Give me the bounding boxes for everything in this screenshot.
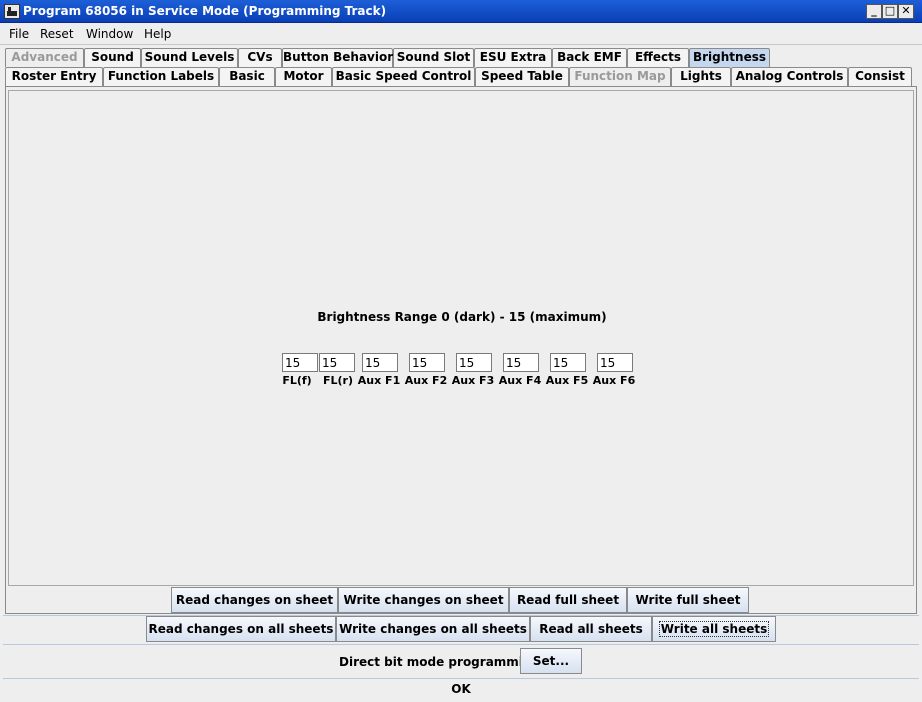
tab-consist[interactable]: Consist <box>848 67 912 86</box>
fl-f-field[interactable] <box>282 353 318 372</box>
write-changes-sheet-button[interactable]: Write changes on sheet <box>338 587 509 613</box>
tab-sound-slot[interactable]: Sound Slot <box>393 48 474 67</box>
tab-button-behavior[interactable]: Button Behavior <box>282 48 393 67</box>
minimize-icon[interactable]: _ <box>866 4 882 19</box>
aux-f1-field[interactable] <box>362 353 398 372</box>
separator <box>3 678 919 679</box>
aux-f3-field[interactable] <box>456 353 492 372</box>
tab-sound[interactable]: Sound <box>84 48 141 67</box>
menu-reset[interactable]: Reset <box>40 27 74 41</box>
tab-content-panel: Brightness Range 0 (dark) - 15 (maximum)… <box>5 86 917 614</box>
write-all-sheets-label: Write all sheets <box>658 621 770 637</box>
fl-r-field[interactable] <box>319 353 355 372</box>
read-changes-all-sheets-button[interactable]: Read changes on all sheets <box>146 616 336 642</box>
tab-brightness[interactable]: Brightness <box>689 48 770 67</box>
write-changes-all-sheets-button[interactable]: Write changes on all sheets <box>336 616 530 642</box>
tab-basic-speed-control[interactable]: Basic Speed Control <box>332 67 475 86</box>
write-full-sheet-button[interactable]: Write full sheet <box>627 587 749 613</box>
read-full-sheet-button[interactable]: Read full sheet <box>509 587 627 613</box>
maximize-icon[interactable]: □ <box>882 4 898 19</box>
aux-f5-field[interactable] <box>550 353 586 372</box>
tab-back-emf[interactable]: Back EMF <box>552 48 627 67</box>
tab-analog-controls[interactable]: Analog Controls <box>731 67 848 86</box>
menu-help[interactable]: Help <box>144 27 171 41</box>
tab-effects[interactable]: Effects <box>627 48 689 67</box>
title-bar: Program 68056 in Service Mode (Programmi… <box>0 0 922 23</box>
write-all-sheets-button[interactable]: Write all sheets <box>652 616 776 642</box>
tab-esu-extra[interactable]: ESU Extra <box>474 48 552 67</box>
tab-lights[interactable]: Lights <box>671 67 731 86</box>
set-mode-button[interactable]: Set... <box>520 648 582 674</box>
aux-f6-field[interactable] <box>597 353 633 372</box>
menu-window[interactable]: Window <box>86 27 133 41</box>
tab-function-map[interactable]: Function Map <box>569 67 671 86</box>
read-changes-sheet-button[interactable]: Read changes on sheet <box>171 587 338 613</box>
close-icon[interactable]: ✕ <box>898 4 914 19</box>
tab-basic[interactable]: Basic <box>219 67 275 86</box>
programming-mode-label: Direct bit mode programming <box>339 655 541 669</box>
menu-file[interactable]: File <box>9 27 29 41</box>
brightness-range-heading: Brightness Range 0 (dark) - 15 (maximum) <box>317 310 607 324</box>
status-text: OK <box>451 682 471 696</box>
tab-advanced[interactable]: Advanced <box>5 48 84 67</box>
separator <box>3 644 919 645</box>
tab-speed-table[interactable]: Speed Table <box>475 67 569 86</box>
tab-function-labels[interactable]: Function Labels <box>103 67 219 86</box>
tab-motor[interactable]: Motor <box>275 67 332 86</box>
aux-f2-field[interactable] <box>409 353 445 372</box>
aux-f4-field[interactable] <box>503 353 539 372</box>
read-all-sheets-button[interactable]: Read all sheets <box>530 616 652 642</box>
window-title: Program 68056 in Service Mode (Programmi… <box>23 4 387 18</box>
tab-roster-entry[interactable]: Roster Entry <box>5 67 103 86</box>
brightness-panel: Brightness Range 0 (dark) - 15 (maximum)… <box>8 90 914 586</box>
tab-cvs[interactable]: CVs <box>238 48 282 67</box>
menu-bar: File Reset Window Help <box>0 23 922 45</box>
aux-f6-label: Aux F6 <box>592 374 636 387</box>
locomotive-icon <box>4 4 20 19</box>
tab-sound-levels[interactable]: Sound Levels <box>141 48 238 67</box>
